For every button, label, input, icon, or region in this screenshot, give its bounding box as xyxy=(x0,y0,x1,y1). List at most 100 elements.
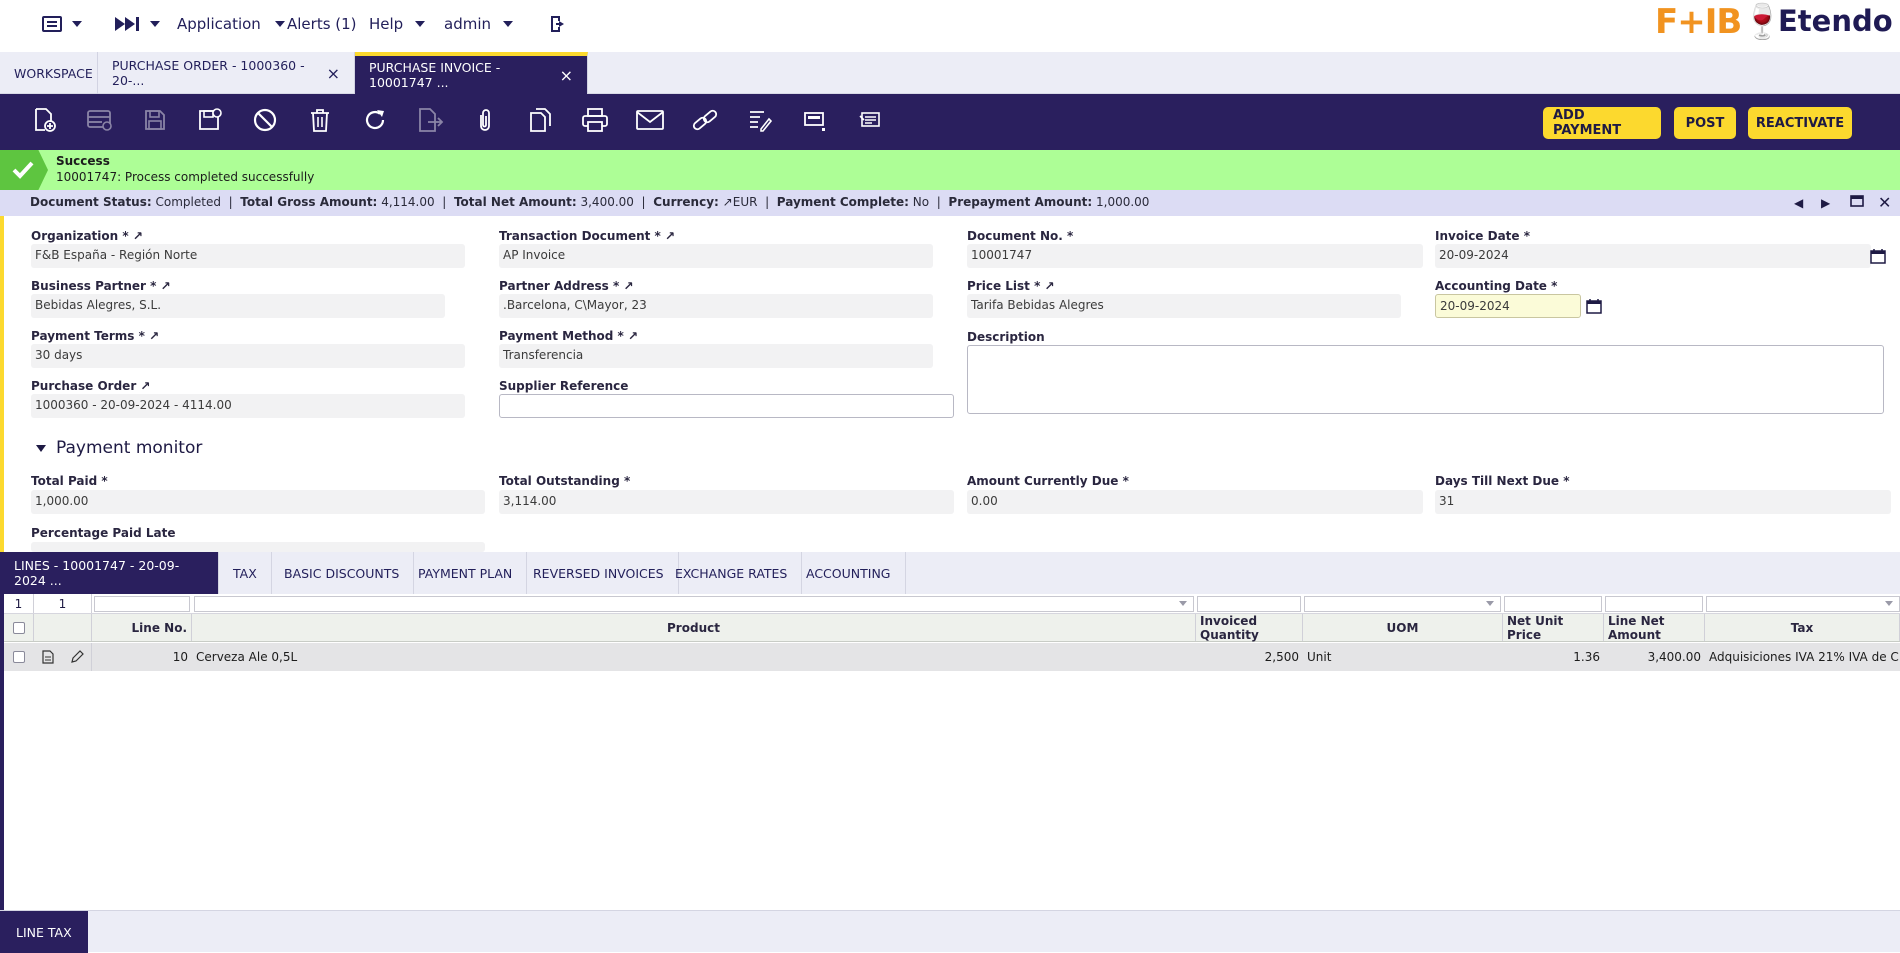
description-field[interactable] xyxy=(967,345,1884,414)
reactivate-button[interactable]: REACTIVATE xyxy=(1748,107,1852,139)
uom-filter[interactable] xyxy=(1304,596,1501,612)
open-form-icon[interactable] xyxy=(34,643,62,671)
delete-icon[interactable] xyxy=(304,104,336,136)
cell-line-no: 10 xyxy=(172,650,188,664)
user-menu[interactable]: admin xyxy=(444,12,513,36)
product-filter[interactable] xyxy=(194,596,1194,612)
link-arrow-icon[interactable]: ↗ xyxy=(133,229,143,243)
close-form-icon[interactable]: ✕ xyxy=(1878,193,1891,212)
tab-purchase-invoice[interactable]: PURCHASE INVOICE - 10001747 ... × xyxy=(355,52,588,94)
col-net-unit-price[interactable]: Net Unit Price xyxy=(1503,614,1604,642)
payment-terms-field[interactable]: 30 days xyxy=(31,344,465,368)
link-arrow-icon[interactable]: ↗ xyxy=(140,379,150,393)
col-uom[interactable]: UOM xyxy=(1303,614,1503,641)
maximize-icon[interactable] xyxy=(1850,195,1864,210)
cell-product: Cerveza Ale 0,5L xyxy=(196,650,298,664)
tab-purchase-order[interactable]: PURCHASE ORDER - 1000360 - 20-... × xyxy=(98,52,355,94)
select-all-checkbox-cell[interactable] xyxy=(4,614,34,641)
tab-lines[interactable]: LINES - 10001747 - 20-09-2024 ... xyxy=(0,552,219,594)
purchase-order-field[interactable]: 1000360 - 20-09-2024 - 4114.00 xyxy=(31,394,465,418)
col-line-net-amount[interactable]: Line Net Amount xyxy=(1604,614,1705,642)
application-menu[interactable]: Application xyxy=(177,12,285,36)
help-menu[interactable]: Help xyxy=(369,12,426,36)
currency-value: EUR xyxy=(732,195,758,209)
tab-payment-plan[interactable]: PAYMENT PLAN xyxy=(404,552,528,594)
link-arrow-icon[interactable]: ↗ xyxy=(723,195,733,209)
tab-tax[interactable]: TAX xyxy=(219,552,272,594)
col-tax[interactable]: Tax xyxy=(1705,614,1900,641)
calendar-icon[interactable] xyxy=(1586,298,1602,318)
status-bar: Document Status: Completed | Total Gross… xyxy=(0,190,1900,216)
notes-icon[interactable] xyxy=(854,104,886,136)
business-partner-field[interactable]: Bebidas Alegres, S.L. xyxy=(31,294,445,318)
row-checkbox[interactable] xyxy=(13,651,25,663)
tab-line-tax[interactable]: LINE TAX xyxy=(0,911,88,953)
undo-icon[interactable] xyxy=(249,104,281,136)
row-checkbox-cell[interactable] xyxy=(4,643,34,671)
save-icon[interactable] xyxy=(139,104,171,136)
col-line-no[interactable]: Line No. xyxy=(92,614,192,641)
tab-exchange-rates[interactable]: EXCHANGE RATES xyxy=(661,552,803,594)
copy-icon[interactable] xyxy=(524,104,556,136)
partner-address-field[interactable]: .Barcelona, C\Mayor, 23 xyxy=(499,294,933,318)
close-icon[interactable]: × xyxy=(560,66,573,85)
audit-icon[interactable] xyxy=(744,104,776,136)
link-arrow-icon[interactable]: ↗ xyxy=(161,279,171,293)
tab-basic-discounts[interactable]: BASIC DISCOUNTS xyxy=(270,552,415,594)
invoiced-qty-filter[interactable] xyxy=(1197,596,1301,612)
link-arrow-icon[interactable]: ↗ xyxy=(628,329,638,343)
col-invoiced-qty[interactable]: Invoiced Quantity xyxy=(1196,614,1303,642)
export-icon[interactable] xyxy=(414,104,446,136)
link-arrow-icon[interactable]: ↗ xyxy=(623,279,633,293)
tax-filter[interactable] xyxy=(1706,596,1900,612)
save-close-icon[interactable] xyxy=(194,104,226,136)
next-record-icon[interactable]: ▶ xyxy=(1821,196,1830,210)
accounting-date-label: Accounting Date * xyxy=(1435,279,1558,293)
link-arrow-icon[interactable]: ↗ xyxy=(1045,279,1055,293)
attach-icon[interactable] xyxy=(469,104,501,136)
line-no-filter[interactable] xyxy=(94,596,190,612)
net-unit-price-filter[interactable] xyxy=(1504,596,1602,612)
organization-field[interactable]: F&B España - Región Norte xyxy=(31,244,465,268)
supplier-reference-field[interactable] xyxy=(499,394,954,418)
print-icon[interactable] xyxy=(579,104,611,136)
document-no-field[interactable]: 10001747 xyxy=(967,244,1423,268)
post-button[interactable]: POST xyxy=(1674,107,1736,139)
transaction-document-field[interactable]: AP Invoice xyxy=(499,244,933,268)
quick-launch-button[interactable] xyxy=(114,12,160,36)
price-list-field[interactable]: Tarifa Bebidas Alegres xyxy=(967,294,1401,318)
previous-record-icon[interactable]: ◀ xyxy=(1794,196,1803,210)
tab-reversed-invoices[interactable]: REVERSED INVOICES xyxy=(519,552,679,594)
invoice-date-field[interactable]: 20-09-2024 xyxy=(1435,244,1871,268)
link-icon[interactable] xyxy=(689,104,721,136)
grid-view-icon[interactable] xyxy=(799,104,831,136)
email-icon[interactable] xyxy=(634,104,666,136)
link-arrow-icon[interactable]: ↗ xyxy=(665,229,675,243)
close-icon[interactable]: × xyxy=(327,64,340,83)
accounting-date-field[interactable]: 20-09-2024 xyxy=(1435,294,1581,318)
link-arrow-icon[interactable]: ↗ xyxy=(149,329,159,343)
tab-workspace[interactable]: WORKSPACE xyxy=(0,52,98,94)
line-net-amount-filter[interactable] xyxy=(1605,596,1703,612)
app-menu-button[interactable] xyxy=(42,12,82,36)
alerts-link[interactable]: Alerts (1) xyxy=(287,12,357,36)
total-outstanding-label: Total Outstanding * xyxy=(499,474,631,488)
add-payment-button[interactable]: ADD PAYMENT xyxy=(1543,107,1661,139)
refresh-icon[interactable] xyxy=(359,104,391,136)
table-row[interactable]: 10 Cerveza Ale 0,5L 2,500 Unit 1.36 3,40… xyxy=(4,643,1900,671)
new-row-icon[interactable] xyxy=(84,104,116,136)
new-document-icon[interactable] xyxy=(28,104,60,136)
tab-accounting[interactable]: ACCOUNTING xyxy=(792,552,906,594)
edit-pencil-icon[interactable] xyxy=(62,643,92,671)
gross-amount-value: 4,114.00 xyxy=(381,195,435,209)
col-product[interactable]: Product xyxy=(192,614,1196,641)
payment-method-field[interactable]: Transferencia xyxy=(499,344,933,368)
payment-monitor-section[interactable]: Payment monitor xyxy=(36,438,202,458)
partner-address-label: Partner Address * ↗ xyxy=(499,279,634,293)
calendar-icon[interactable] xyxy=(1870,248,1886,268)
logout-button[interactable] xyxy=(548,12,568,36)
chevron-down-icon xyxy=(1486,601,1494,606)
cell-net-unit-price: 1.36 xyxy=(1573,650,1600,664)
select-all-checkbox[interactable] xyxy=(12,621,25,634)
chevron-down-icon xyxy=(415,21,426,27)
